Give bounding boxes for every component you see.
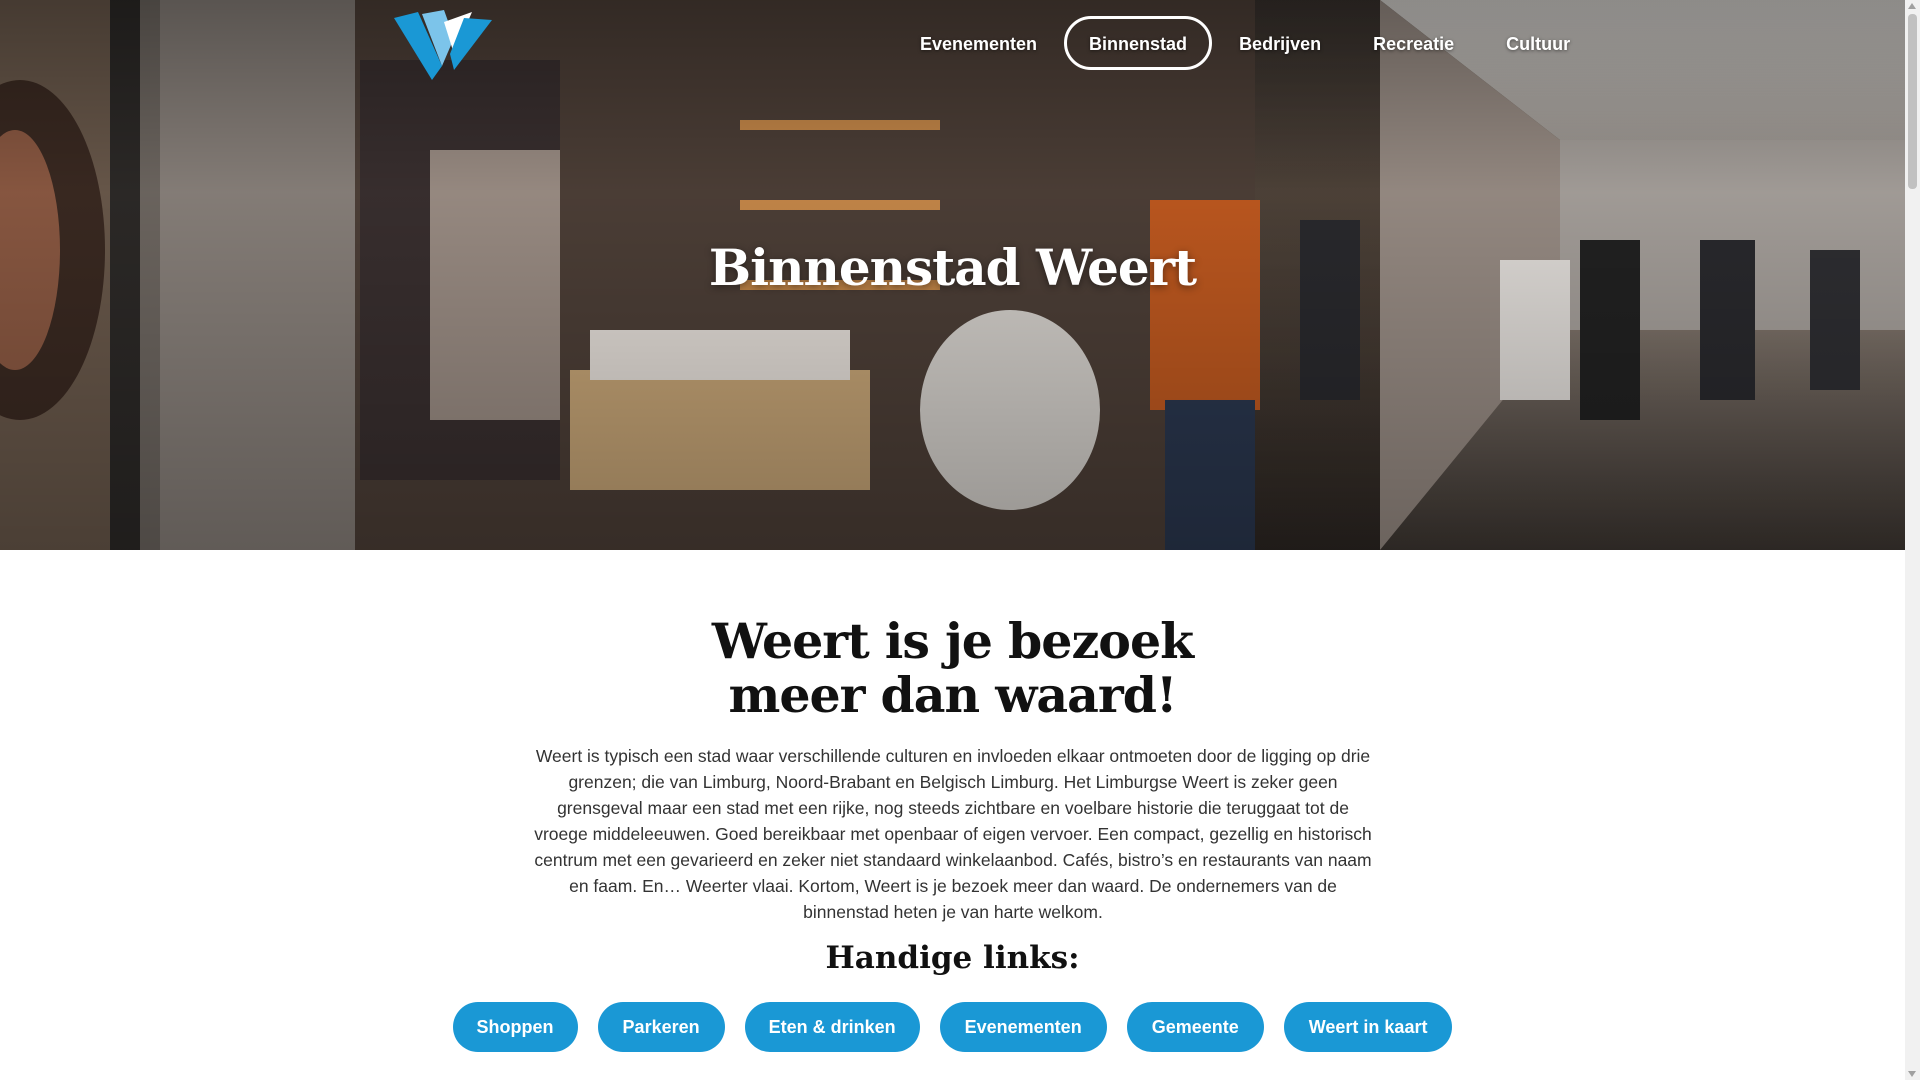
link-parkeren-button[interactable]: Parkeren [597,1002,725,1052]
nav-evenementen[interactable]: Evenementen [895,16,1062,70]
scroll-down-icon[interactable] [1908,1071,1916,1077]
intro-paragraph: Weert is typisch een stad waar verschill… [534,746,1372,922]
nav-cultuur[interactable]: Cultuur [1481,16,1595,70]
link-evenementen-button[interactable]: Evenementen [939,1002,1107,1052]
link-weert-in-kaart-button[interactable]: Weert in kaart [1283,1002,1453,1052]
link-eten-drinken-button[interactable]: Eten & drinken [744,1002,920,1052]
hero-banner: Binnenstad Weert [0,0,1905,550]
page-scrollbar[interactable] [1905,0,1920,1080]
link-shoppen-button[interactable]: Shoppen [452,1002,578,1052]
links-title: Handige links: [825,940,1080,976]
heading-line-1: Weert is je bezoek [711,612,1194,670]
hero-title: Binnenstad Weert [708,238,1197,297]
nav-binnenstad[interactable]: Binnenstad [1064,16,1213,70]
heading-line-2: meer dan waard! [728,666,1177,724]
weert-logo-icon[interactable] [392,8,494,80]
nav-recreatie[interactable]: Recreatie [1348,16,1479,70]
main-nav: Evenementen Binnenstad Bedrijven Recreat… [895,16,1597,70]
scroll-up-icon[interactable] [1908,3,1916,9]
nav-bedrijven[interactable]: Bedrijven [1214,16,1346,70]
link-gemeente-button[interactable]: Gemeente [1126,1002,1264,1052]
useful-links: Shoppen Parkeren Eten & drinken Evenemen… [0,1002,1905,1052]
page-heading: Weert is je bezoek meer dan waard! [0,614,1905,722]
scrollbar-thumb[interactable] [1908,14,1917,189]
